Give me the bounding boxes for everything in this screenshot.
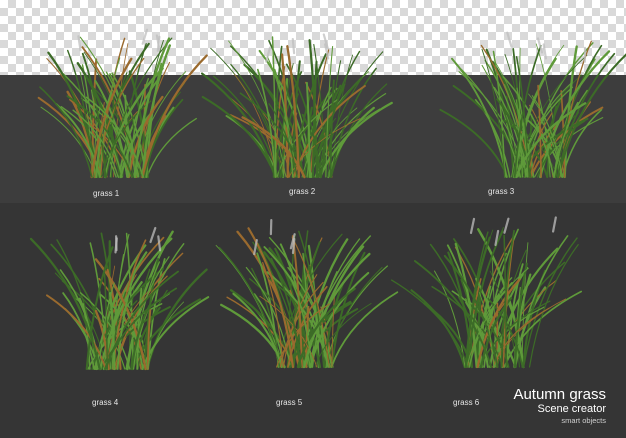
seed-head — [149, 226, 157, 244]
product-note: smart objects — [561, 416, 606, 425]
grass-2-label: grass 2 — [289, 187, 316, 196]
seed-head — [291, 38, 296, 55]
grass-blade — [144, 81, 186, 178]
seed-head — [542, 43, 548, 60]
product-title: Autumn grass — [513, 386, 606, 403]
grass-5-image — [215, 219, 399, 369]
grass-6-image — [390, 216, 583, 369]
grass-4-label: grass 4 — [92, 398, 119, 407]
grass-2-image — [200, 33, 393, 179]
grass-1-label: grass 1 — [93, 189, 120, 198]
grass-6-label: grass 6 — [453, 398, 480, 407]
seed-head — [157, 235, 162, 252]
grass-3-image — [439, 31, 626, 179]
seed-head — [114, 237, 118, 254]
seed-head — [469, 217, 476, 234]
seed-head — [503, 217, 510, 234]
grass-blade — [146, 117, 197, 178]
seed-head — [141, 28, 149, 45]
seed-head — [506, 31, 513, 48]
grass-5-label: grass 5 — [276, 398, 303, 407]
grass-3-label: grass 3 — [488, 187, 515, 196]
grass-blade — [539, 50, 611, 179]
product-subtitle: Scene creator — [537, 403, 606, 415]
seed-head — [552, 216, 557, 233]
seed-head — [77, 35, 82, 52]
grass-1-image — [37, 28, 208, 179]
grass-4-image — [29, 226, 210, 371]
seed-head — [253, 239, 258, 256]
